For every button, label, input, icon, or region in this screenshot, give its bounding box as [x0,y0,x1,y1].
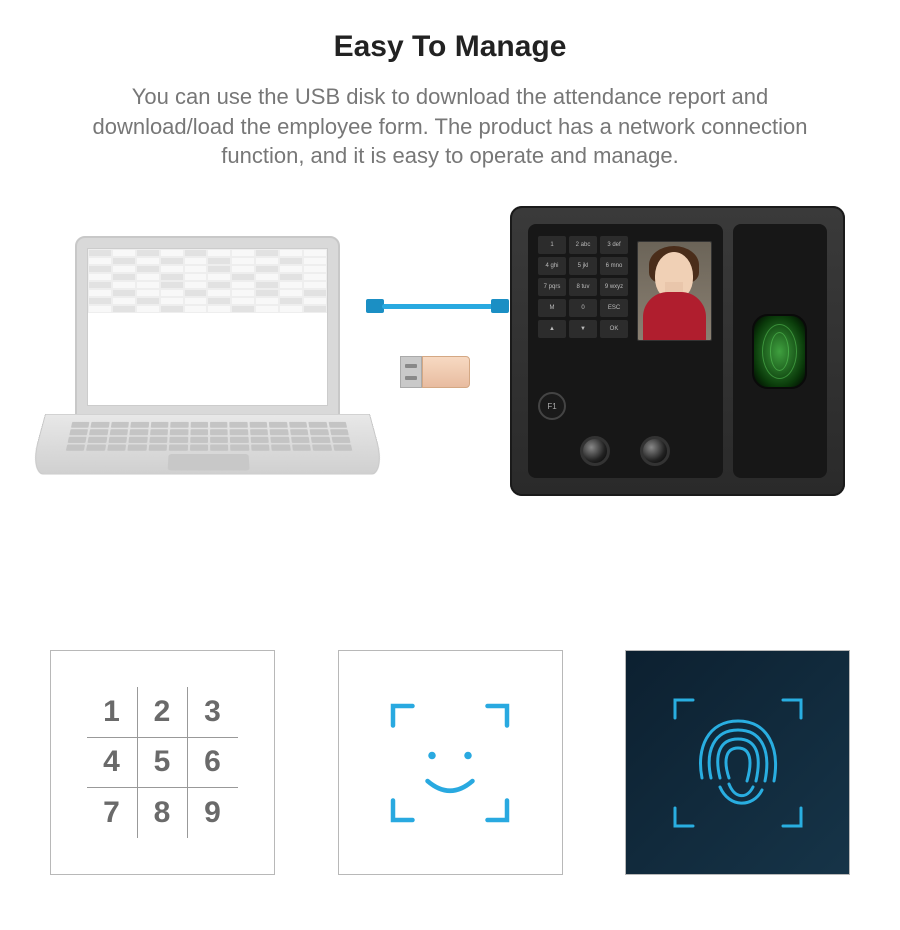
usb-cable-icon [370,296,505,316]
keypad-btn: ▼ [569,320,597,338]
numcell: 2 [137,687,188,738]
fingerprint-feature-tile [625,650,850,875]
spreadsheet-icon [88,249,327,405]
numcell: 4 [87,737,138,788]
numcell: 5 [137,737,188,788]
keypad-btn: 2 abc [569,236,597,254]
device-display-photo [637,241,712,341]
keypad-btn: 0 [569,299,597,317]
keypad-btn: 5 jkl [569,257,597,275]
numpad-grid-icon: 1 2 3 4 5 6 7 8 9 [88,688,238,838]
fingerprint-icon [663,688,813,838]
keypad-btn: ESC [600,299,628,317]
keypad-btn: 8 tuv [569,278,597,296]
keypad-btn: M [538,299,566,317]
description-text: You can use the USB disk to download the… [60,82,840,171]
numcell: 1 [87,687,138,738]
face-recognition-icon [375,688,525,838]
keypad-btn: OK [600,320,628,338]
keypad-btn: ▲ [538,320,566,338]
feature-tiles: 1 2 3 4 5 6 7 8 9 [50,650,850,875]
laptop-illustration [45,236,370,496]
keypad-btn: 7 pqrs [538,278,566,296]
numcell: 3 [187,687,238,738]
numcell: 9 [187,787,238,838]
device-front-panel: 1 2 abc 3 def 4 ghi 5 jkl 6 mno 7 pqrs 8… [528,224,723,478]
keypad-btn: 1 [538,236,566,254]
laptop-base [29,414,387,475]
numcell: 7 [87,787,138,838]
numcell: 6 [187,737,238,788]
face-recognition-feature-tile [338,650,563,875]
device-keypad: 1 2 abc 3 def 4 ghi 5 jkl 6 mno 7 pqrs 8… [538,236,628,338]
camera-lens-icon [640,436,670,466]
device-cameras [580,436,670,466]
keypad-btn: 6 mno [600,257,628,275]
numcell: 8 [137,787,188,838]
keypad-btn: 3 def [600,236,628,254]
attendance-device: 1 2 abc 3 def 4 ghi 5 jkl 6 mno 7 pqrs 8… [510,206,845,496]
keypad-btn: 9 wxyz [600,278,628,296]
laptop-lid [75,236,340,416]
camera-lens-icon [580,436,610,466]
usb-drive-icon [400,356,470,388]
product-scene: 1 2 abc 3 def 4 ghi 5 jkl 6 mno 7 pqrs 8… [0,196,900,576]
laptop-screen [87,248,328,406]
laptop-keyboard [66,422,353,451]
fingerprint-sensor-icon [752,314,807,389]
device-fingerprint-panel [733,224,827,478]
page-title: Easy To Manage [0,30,900,64]
f1-button: F1 [538,392,566,420]
numpad-feature-tile: 1 2 3 4 5 6 7 8 9 [50,650,275,875]
laptop-trackpad [168,454,250,471]
keypad-btn: 4 ghi [538,257,566,275]
